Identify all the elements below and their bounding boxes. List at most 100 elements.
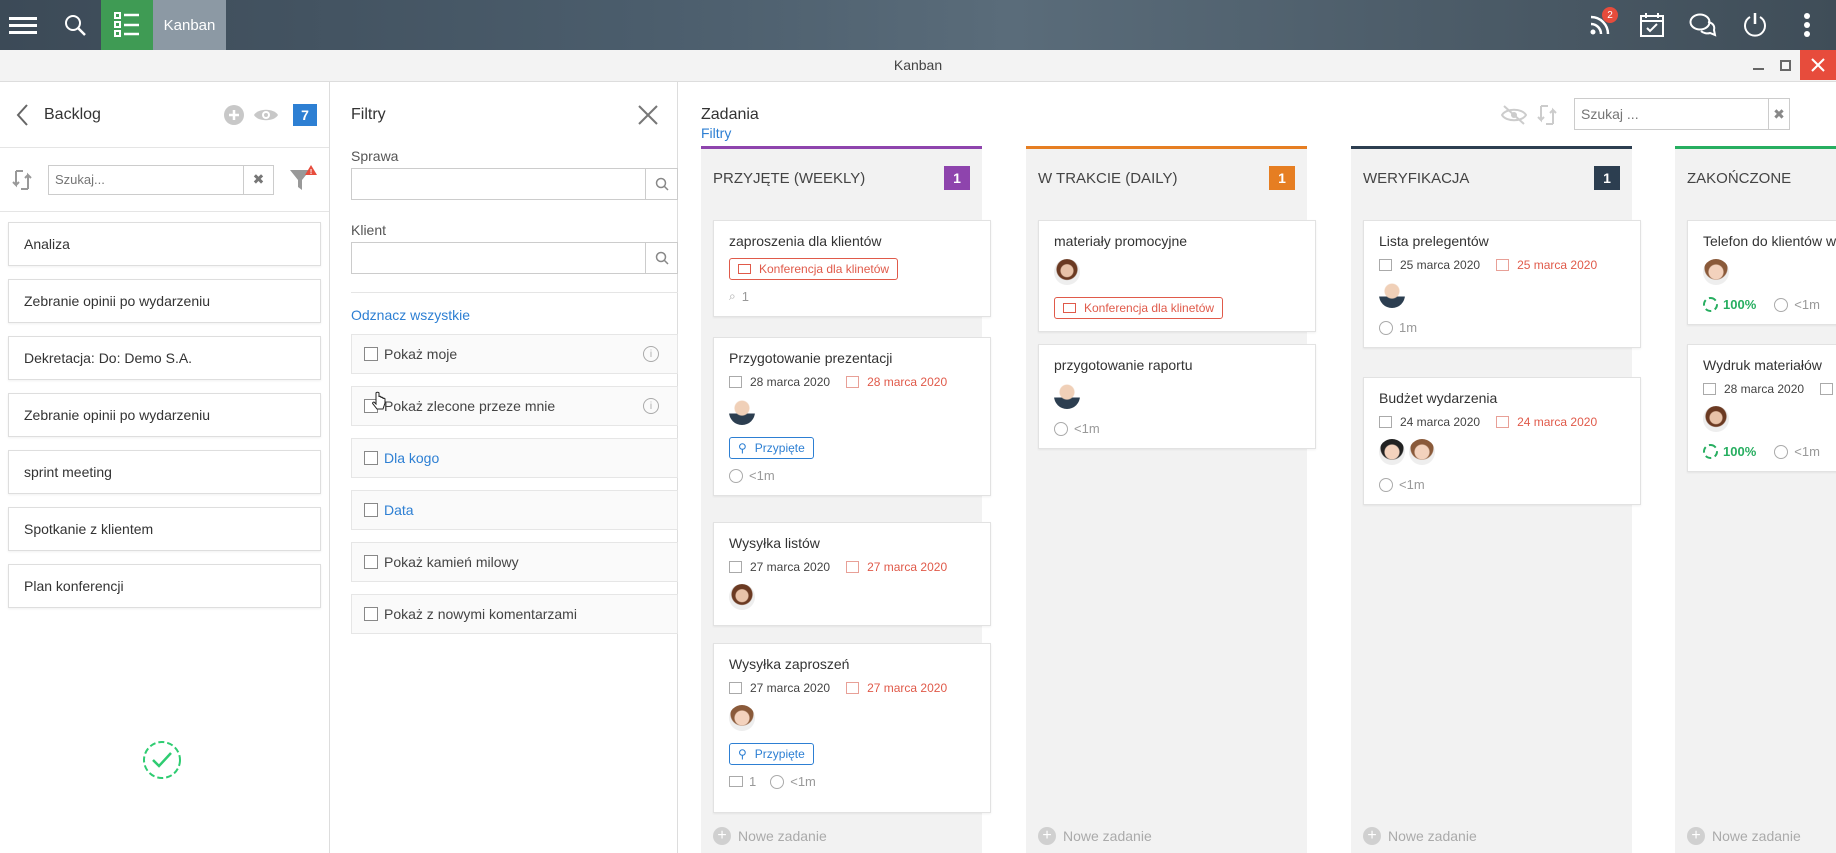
new-task-button[interactable]: + Nowe zadanie	[713, 827, 827, 845]
column-in-progress: W TRAKCIE (DAILY) 1 materiały promocyjne…	[1026, 146, 1316, 853]
backlog-item[interactable]: Zebranie opinii po wydarzeniu	[8, 393, 321, 437]
chevron-left-icon[interactable]	[16, 103, 30, 127]
task-card[interactable]: Telefon do klientów w 100% <1m	[1687, 220, 1836, 325]
close-icon[interactable]	[637, 104, 659, 126]
task-card[interactable]: przygotowanie raportu <1m	[1038, 344, 1316, 449]
app-title-tab[interactable]: Kanban	[153, 0, 226, 50]
filter-show-new-comments[interactable]: Pokaż z nowymi komentarzami	[351, 594, 678, 634]
klient-input[interactable]	[352, 243, 645, 273]
klient-label: Klient	[351, 222, 387, 238]
backlog-item[interactable]: Analiza	[8, 222, 321, 266]
clear-search-icon[interactable]: ✖	[243, 165, 273, 194]
task-card[interactable]: materiały promocyjne Konferencja dla kli…	[1038, 220, 1316, 332]
avatar[interactable]	[1703, 259, 1729, 285]
task-card[interactable]: Wydruk materiałów 28 marca 2020 100% <1m	[1687, 344, 1836, 472]
filter-warning-icon[interactable]: !	[288, 164, 318, 194]
backlog-item[interactable]: Spotkanie z klientem	[8, 507, 321, 551]
eye-icon[interactable]	[253, 106, 279, 124]
klient-field[interactable]	[351, 242, 678, 274]
calendar-button[interactable]	[1630, 0, 1674, 50]
timer-icon	[1379, 320, 1393, 335]
close-window-button[interactable]	[1800, 50, 1836, 80]
filter-show-mine[interactable]: Pokaż moje i	[351, 334, 678, 374]
task-card[interactable]: Przygotowanie prezentacji 28 marca 2020 …	[713, 337, 991, 496]
start-date-text: 27 marca 2020	[750, 681, 831, 695]
task-card[interactable]: zaproszenia dla klientów Konferencja dla…	[713, 220, 991, 317]
avatar[interactable]	[1379, 282, 1405, 308]
search-icon[interactable]	[645, 243, 677, 273]
comment-count: 1	[749, 774, 757, 789]
briefcase-icon	[738, 264, 751, 274]
checkbox[interactable]	[364, 607, 378, 621]
backlog-item[interactable]: Zebranie opinii po wydarzeniu	[8, 279, 321, 323]
filter-date[interactable]: Data	[351, 490, 678, 530]
avatar[interactable]	[1054, 383, 1080, 409]
backlog-item[interactable]: Plan konferencji	[8, 564, 321, 608]
avatar[interactable]	[729, 399, 755, 425]
kanban-app-icon[interactable]	[101, 0, 153, 50]
rss-feed-button[interactable]: 2	[1578, 0, 1622, 50]
new-task-button[interactable]: + Nowe zadanie	[1687, 827, 1801, 845]
chat-button[interactable]	[1681, 0, 1725, 50]
hide-icon[interactable]	[1501, 104, 1527, 126]
time-spent: <1m	[1794, 444, 1820, 459]
progress-value: 100%	[1723, 444, 1757, 459]
avatar[interactable]	[729, 705, 755, 731]
add-circle-icon[interactable]	[223, 104, 245, 126]
checkbox[interactable]	[364, 503, 378, 517]
maximize-button[interactable]	[1771, 50, 1799, 80]
checkbox[interactable]	[364, 451, 378, 465]
start-date-text: 25 marca 2020	[1400, 258, 1481, 272]
board-search-input[interactable]	[1575, 99, 1768, 129]
project-tag[interactable]: Konferencja dla klinetów	[729, 258, 899, 280]
info-icon[interactable]: i	[643, 346, 659, 362]
calendar-icon	[729, 682, 742, 694]
backlog-search-input[interactable]	[49, 165, 243, 194]
clear-search-icon[interactable]: ✖	[1768, 99, 1789, 129]
power-button[interactable]	[1733, 0, 1777, 50]
more-menu-button[interactable]	[1785, 0, 1829, 50]
board-search-field: ✖	[1574, 98, 1790, 130]
card-meta: 1 <1m	[729, 774, 975, 789]
checkbox[interactable]	[364, 347, 378, 361]
filter-for-whom[interactable]: Dla kogo	[351, 438, 678, 478]
backlog-item[interactable]: sprint meeting	[8, 450, 321, 494]
checkbox[interactable]	[364, 555, 378, 569]
task-card[interactable]: Lista prelegentów 25 marca 2020 25 marca…	[1363, 220, 1641, 348]
filter-show-assigned-by-me[interactable]: Pokaż zlecone przeze mnie i	[351, 386, 678, 426]
backlog-item[interactable]: Dekretacja: Do: Demo S.A.	[8, 336, 321, 380]
avatar[interactable]	[1409, 439, 1435, 465]
start-date-text: 28 marca 2020	[750, 375, 831, 389]
refresh-icon[interactable]	[10, 168, 34, 192]
start-date: 27 marca 2020	[729, 681, 830, 695]
new-task-label: Nowe zadanie	[1063, 828, 1152, 844]
sprawa-input[interactable]	[352, 169, 645, 199]
avatar[interactable]	[1703, 406, 1729, 432]
calendar-check-icon	[1640, 13, 1664, 37]
search-icon[interactable]	[645, 169, 677, 199]
info-icon[interactable]: i	[643, 398, 659, 414]
project-tag[interactable]: Konferencja dla klinetów	[1054, 297, 1224, 319]
new-task-button[interactable]: + Nowe zadanie	[1038, 827, 1152, 845]
filter-show-milestone[interactable]: Pokaż kamień milowy	[351, 542, 678, 582]
add-icon: +	[1687, 827, 1705, 845]
board-filters-link[interactable]: Filtry	[701, 125, 759, 141]
svg-text:!: !	[310, 169, 312, 176]
new-task-button[interactable]: + Nowe zadanie	[1363, 827, 1477, 845]
hamburger-menu-icon[interactable]	[0, 0, 46, 50]
minimize-button[interactable]	[1744, 50, 1772, 80]
refresh-icon[interactable]	[1536, 103, 1558, 127]
task-card[interactable]: Budżet wydarzenia 24 marca 2020 24 marca…	[1363, 377, 1641, 505]
deselect-all-link[interactable]: Odznacz wszystkie	[351, 307, 667, 323]
search-icon[interactable]	[58, 0, 92, 50]
pinned-tag[interactable]: ⚲ Przypięte	[729, 437, 814, 459]
time-spent: <1m	[1399, 477, 1425, 492]
avatar[interactable]	[1379, 439, 1405, 465]
sprawa-field[interactable]	[351, 168, 678, 200]
pinned-tag[interactable]: ⚲ Przypięte	[729, 743, 814, 765]
task-card[interactable]: Wysyłka zaproszeń 27 marca 2020 27 marca…	[713, 643, 991, 813]
task-card[interactable]: Wysyłka listów 27 marca 2020 27 marca 20…	[713, 522, 991, 626]
avatar[interactable]	[729, 584, 755, 610]
avatar[interactable]	[1054, 259, 1080, 285]
calendar-icon	[1379, 259, 1392, 271]
